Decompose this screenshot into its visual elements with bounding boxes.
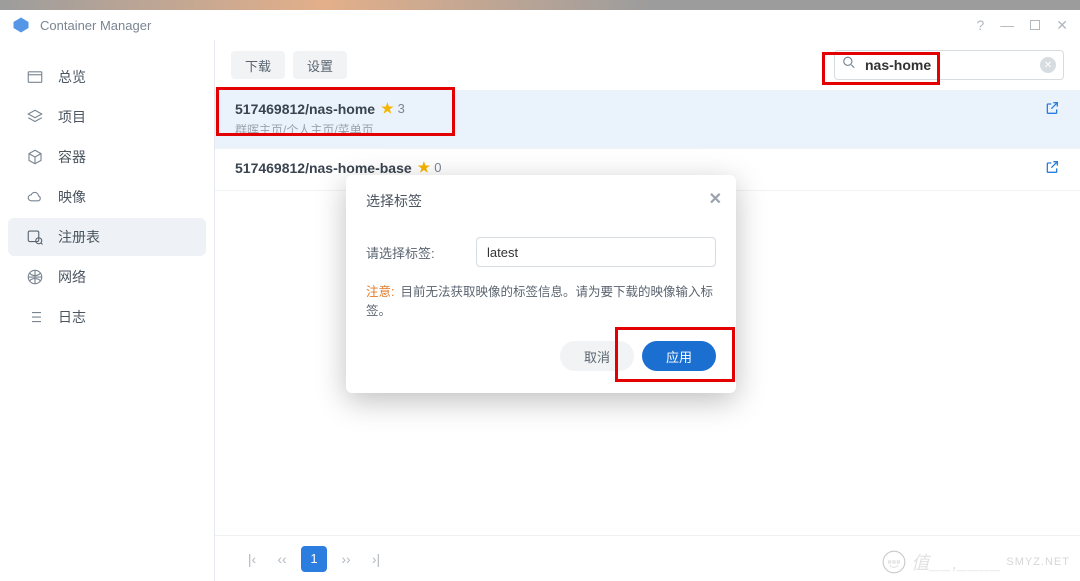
titlebar: Container Manager ? — ✕ (0, 10, 1080, 40)
app-title: Container Manager (40, 18, 151, 33)
note-prefix: 注意: (366, 285, 394, 299)
sidebar-item-log[interactable]: 日志 (8, 298, 206, 336)
settings-button[interactable]: 设置 (293, 51, 347, 79)
sidebar-item-overview[interactable]: 总览 (8, 58, 206, 96)
search-icon (842, 56, 856, 75)
download-button[interactable]: 下载 (231, 51, 285, 79)
network-icon (26, 268, 44, 286)
clear-icon[interactable]: ✕ (1040, 57, 1056, 73)
sidebar-item-label: 网络 (58, 267, 86, 287)
sidebar-item-label: 映像 (58, 187, 86, 207)
cancel-button[interactable]: 取消 (560, 341, 634, 371)
sidebar-item-container[interactable]: 容器 (8, 138, 206, 176)
page-next-icon[interactable]: ›› (335, 551, 357, 567)
page-last-icon[interactable]: ›| (365, 551, 387, 567)
page-prev-icon[interactable]: ‹‹ (271, 551, 293, 567)
star-count: 3 (398, 101, 405, 116)
tag-input[interactable] (476, 237, 716, 267)
cube-icon (26, 148, 44, 166)
help-icon[interactable]: ? (976, 17, 984, 33)
sidebar-item-label: 日志 (58, 307, 86, 327)
star-icon: ★ (418, 159, 431, 176)
star-icon: ★ (381, 100, 394, 117)
dialog-note: 注意:目前无法获取映像的标签信息。请为要下载的映像输入标签。 (366, 281, 716, 319)
sidebar-item-label: 容器 (58, 147, 86, 167)
search-input[interactable] (834, 50, 1064, 80)
sidebar-item-label: 注册表 (58, 227, 100, 247)
layers-icon (26, 108, 44, 126)
sidebar-item-registry[interactable]: 注册表 (8, 218, 206, 256)
page-first-icon[interactable]: |‹ (241, 551, 263, 567)
dialog-close-icon[interactable]: ✕ (709, 189, 722, 209)
result-name: 517469812/nas-home-base (235, 160, 412, 176)
apply-button[interactable]: 应用 (642, 341, 716, 371)
result-row[interactable]: 517469812/nas-home ★ 3 群晖主页/个人主页/菜单页 (215, 90, 1080, 149)
minimize-icon[interactable]: — (1000, 17, 1014, 33)
result-name: 517469812/nas-home (235, 101, 375, 117)
tag-label: 请选择标签: (366, 243, 456, 262)
sidebar-item-label: 项目 (58, 107, 86, 127)
cloud-icon (26, 188, 44, 206)
watermark: 值__,____ SMYZ.NET (881, 549, 1070, 575)
star-count: 0 (434, 160, 441, 175)
window-controls: ? — ✕ (976, 17, 1068, 34)
close-icon[interactable]: ✕ (1056, 17, 1068, 34)
sidebar-item-network[interactable]: 网络 (8, 258, 206, 296)
sidebar-item-project[interactable]: 项目 (8, 98, 206, 136)
select-tag-dialog: 选择标签 ✕ 请选择标签: 注意:目前无法获取映像的标签信息。请为要下载的映像输… (346, 175, 736, 393)
top-strip (0, 0, 1080, 10)
search-wrap: ✕ (834, 50, 1064, 80)
maximize-icon[interactable] (1030, 17, 1040, 33)
external-link-icon[interactable] (1044, 159, 1060, 180)
note-text: 目前无法获取映像的标签信息。请为要下载的映像输入标签。 (366, 285, 713, 318)
sidebar-item-image[interactable]: 映像 (8, 178, 206, 216)
app-icon (12, 16, 30, 34)
toolbar: 下载 设置 ✕ (215, 40, 1080, 90)
list-icon (26, 308, 44, 326)
result-desc: 群晖主页/个人主页/菜单页 (235, 121, 1044, 138)
registry-icon (26, 228, 44, 246)
sidebar-item-label: 总览 (58, 67, 86, 87)
dialog-title: 选择标签 (366, 191, 716, 211)
page-current[interactable]: 1 (301, 546, 327, 572)
overview-icon (26, 68, 44, 86)
sidebar: 总览 项目 容器 映像 注册表 网络 日志 (0, 40, 215, 581)
external-link-icon[interactable] (1044, 100, 1060, 138)
